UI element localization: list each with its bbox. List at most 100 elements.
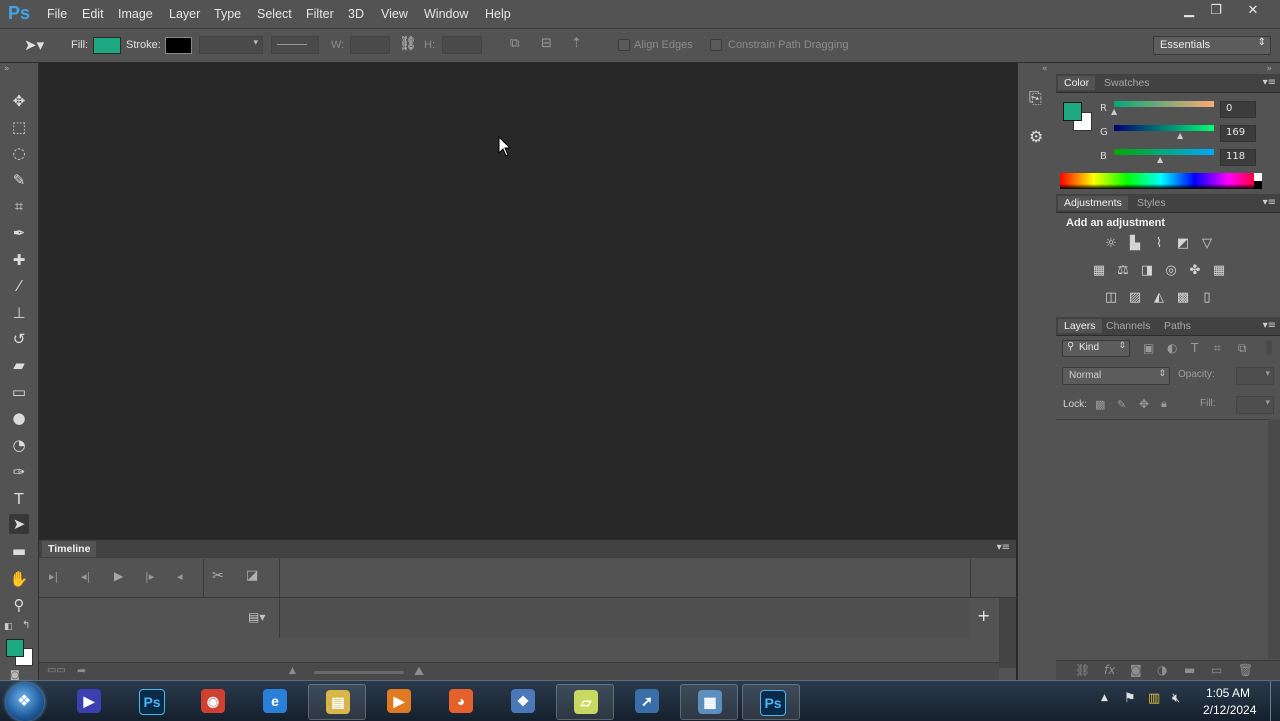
invert-icon[interactable]: ◫ <box>1103 291 1119 305</box>
first-frame-icon[interactable]: ▸| <box>49 570 58 583</box>
scissors-icon[interactable]: ✂ <box>212 568 224 584</box>
default-colors-icon[interactable]: ◧ <box>4 622 13 632</box>
opacity-field[interactable]: ▾ <box>1236 367 1274 385</box>
taskbar-app[interactable]: ▤ <box>308 684 366 720</box>
blue-value-field[interactable]: 118 <box>1220 149 1256 166</box>
foreground-color-swatch[interactable] <box>1063 102 1082 121</box>
path-arrangement-icon[interactable]: ⇡ <box>571 36 582 51</box>
eraser-tool-icon[interactable]: ▰ <box>9 355 29 375</box>
lock-transparency-icon[interactable]: ▩ <box>1095 398 1105 411</box>
eyedropper-tool-icon[interactable]: ✒ <box>9 223 29 243</box>
menu-select[interactable]: Select <box>257 7 292 21</box>
link-layers-icon[interactable]: ⛓ <box>1075 663 1090 677</box>
previous-frame-icon[interactable]: ◂| <box>81 570 90 583</box>
timeline-vertical-scrollbar[interactable] <box>999 598 1016 668</box>
hand-tool-icon[interactable]: ✋ <box>9 569 29 589</box>
new-layer-icon[interactable]: ▭ <box>1211 663 1222 677</box>
collapse-panels-icon[interactable]: » <box>1266 64 1272 74</box>
add-media-icon[interactable]: + <box>977 606 990 625</box>
tab-paths[interactable]: Paths <box>1158 319 1197 333</box>
filter-type-icon[interactable]: T <box>1191 341 1198 355</box>
fill-color-swatch[interactable] <box>93 37 121 54</box>
taskbar-app[interactable]: ▶ <box>60 684 116 718</box>
link-icon[interactable]: ⛓ <box>399 36 417 52</box>
taskbar-app[interactable]: ▶ <box>370 684 426 718</box>
history-brush-tool-icon[interactable]: ↺ <box>9 329 29 349</box>
panel-menu-icon[interactable]: ▾≡ <box>1263 197 1276 208</box>
zoom-tool-icon[interactable]: ⚲ <box>9 595 29 615</box>
red-slider-handle[interactable]: ▲ <box>1111 107 1117 116</box>
taskbar-app[interactable]: ▱ <box>556 684 614 720</box>
timeline-ruler[interactable] <box>280 559 970 598</box>
lock-position-icon[interactable]: ✥ <box>1139 397 1149 411</box>
menu-window[interactable]: Window <box>424 7 468 21</box>
panel-menu-icon[interactable]: ▾≡ <box>997 542 1010 553</box>
dodge-tool-icon[interactable]: ◔ <box>9 435 29 455</box>
foreground-color-swatch[interactable] <box>6 639 24 657</box>
show-hidden-icons-icon[interactable]: ▲ <box>1101 693 1108 703</box>
levels-icon[interactable]: ▙ <box>1127 237 1143 251</box>
render-video-icon[interactable]: ➦ <box>77 664 86 677</box>
panel-menu-icon[interactable]: ▾≡ <box>1263 77 1276 88</box>
posterize-icon[interactable]: ▨ <box>1127 291 1143 305</box>
taskbar-app[interactable]: Ps <box>742 684 800 720</box>
workspace-dropdown[interactable]: Essentials ⇕ <box>1153 36 1271 55</box>
menu-edit[interactable]: Edit <box>82 7 104 21</box>
blue-slider-handle[interactable]: ▲ <box>1157 155 1163 164</box>
next-frame-icon[interactable]: |▸ <box>145 570 154 583</box>
timeline-zoom-slider[interactable] <box>314 671 404 674</box>
filter-smart-object-icon[interactable]: ⧉ <box>1238 341 1247 356</box>
menu-help[interactable]: Help <box>485 7 511 21</box>
marquee-tool-icon[interactable]: ⬚ <box>9 117 29 137</box>
blend-mode-dropdown[interactable]: Normal ⇕ <box>1062 367 1170 385</box>
collapse-dock-icon[interactable]: « <box>1042 64 1048 74</box>
green-value-field[interactable]: 169 <box>1220 125 1256 142</box>
gradient-tool-icon[interactable]: ▭ <box>9 382 29 402</box>
blur-tool-icon[interactable]: ● <box>9 408 29 428</box>
red-value-field[interactable]: 0 <box>1220 101 1256 118</box>
lock-pixels-icon[interactable]: ✎ <box>1117 398 1126 411</box>
tab-color[interactable]: Color <box>1058 76 1096 90</box>
brightness-contrast-icon[interactable]: ☼ <box>1103 237 1119 251</box>
layers-scrollbar[interactable] <box>1268 419 1280 659</box>
tab-channels[interactable]: Channels <box>1100 319 1156 333</box>
filter-shape-icon[interactable]: ⌗ <box>1214 341 1221 356</box>
white-swatch[interactable] <box>1254 173 1262 181</box>
type-tool-icon[interactable]: T <box>9 489 29 509</box>
tab-layers[interactable]: Layers <box>1058 319 1102 333</box>
move-tool-icon[interactable]: ✥ <box>9 91 29 111</box>
trash-icon[interactable]: 🗑︎ <box>1238 663 1253 677</box>
path-alignment-icon[interactable]: ⊟ <box>541 36 552 51</box>
curves-icon[interactable]: ⌇ <box>1151 237 1167 251</box>
fx-icon[interactable]: fx <box>1104 663 1115 677</box>
clone-stamp-tool-icon[interactable]: ⊥ <box>9 303 29 323</box>
play-icon[interactable]: ▶ <box>114 569 123 583</box>
brush-tool-icon[interactable]: ⁄ <box>9 276 29 296</box>
swap-colors-icon[interactable]: ↰ <box>22 620 30 631</box>
color-lookup-icon[interactable]: ▦ <box>1211 264 1227 278</box>
threshold-icon[interactable]: ◭ <box>1151 291 1167 305</box>
align-edges-checkbox[interactable] <box>618 39 630 51</box>
restore-button[interactable]: ❐ <box>1202 2 1230 20</box>
taskbar-app[interactable]: ❖ <box>494 684 550 718</box>
menu-view[interactable]: View <box>381 7 408 21</box>
network-icon[interactable]: ▥ <box>1148 691 1160 706</box>
menu-file[interactable]: File <box>47 7 67 21</box>
transition-icon[interactable]: ◪ <box>246 568 258 583</box>
audio-icon[interactable]: ◂ <box>177 570 183 583</box>
color-spectrum-ramp[interactable] <box>1060 173 1262 189</box>
green-slider-track[interactable] <box>1114 125 1214 131</box>
layer-filter-dropdown[interactable]: ⚲ Kind ⇕ <box>1062 340 1130 357</box>
clock-time[interactable]: 1:05 AM <box>1206 686 1250 700</box>
timeline-tab[interactable]: Timeline <box>42 541 97 557</box>
taskbar-app[interactable]: ▦ <box>680 684 738 720</box>
action-center-flag-icon[interactable]: ⚑ <box>1124 691 1136 706</box>
zoom-in-timeline-icon[interactable]: ⛰ <box>414 664 424 679</box>
green-slider-handle[interactable]: ▲ <box>1177 131 1183 140</box>
fill-field[interactable]: ▾ <box>1236 396 1274 414</box>
tab-adjustments[interactable]: Adjustments <box>1058 196 1128 210</box>
lasso-tool-icon[interactable]: ◌ <box>9 143 29 163</box>
stroke-width-field[interactable]: ▾ <box>199 36 263 54</box>
document-canvas-area[interactable] <box>39 63 1016 538</box>
constrain-path-checkbox[interactable] <box>710 39 722 51</box>
